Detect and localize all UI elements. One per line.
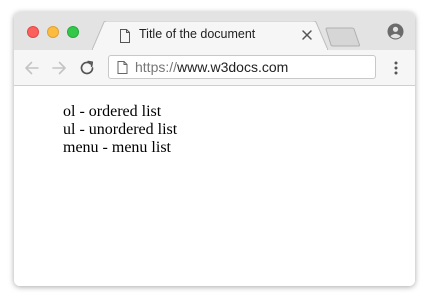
window-minimize-button[interactable] — [47, 26, 59, 38]
url-scheme: https:// — [135, 59, 178, 75]
url-host: www.w3docs.com — [177, 59, 289, 75]
page-icon — [117, 61, 128, 74]
close-icon[interactable] — [301, 29, 313, 41]
document-icon — [120, 29, 130, 43]
text-line: menu - menu list — [63, 139, 171, 156]
page-content: ol - ordered list ul - unordered list me… — [14, 86, 415, 286]
profile-icon[interactable] — [387, 23, 404, 40]
new-tab-button[interactable] — [325, 27, 361, 47]
definition-text: ol - ordered list ul - unordered list me… — [63, 103, 177, 157]
browser-window: Title of the document https://www.w3docs… — [14, 12, 415, 286]
title-bar: Title of the document — [14, 12, 415, 50]
url-text[interactable]: https://www.w3docs.com — [135, 59, 288, 75]
browser-toolbar: https://www.w3docs.com — [14, 50, 415, 86]
reload-icon[interactable] — [78, 59, 96, 77]
window-close-button[interactable] — [27, 26, 39, 38]
text-line: ul - unordered list — [63, 121, 178, 138]
tab-title: Title of the document — [139, 27, 256, 41]
browser-tab[interactable]: Title of the document — [92, 21, 328, 50]
forward-arrow-icon[interactable] — [50, 59, 68, 77]
address-bar[interactable]: https://www.w3docs.com — [108, 55, 376, 79]
window-zoom-button[interactable] — [67, 26, 79, 38]
text-line: ol - ordered list — [63, 103, 162, 120]
back-arrow-icon[interactable] — [23, 59, 41, 77]
more-vert-icon[interactable] — [390, 59, 402, 77]
